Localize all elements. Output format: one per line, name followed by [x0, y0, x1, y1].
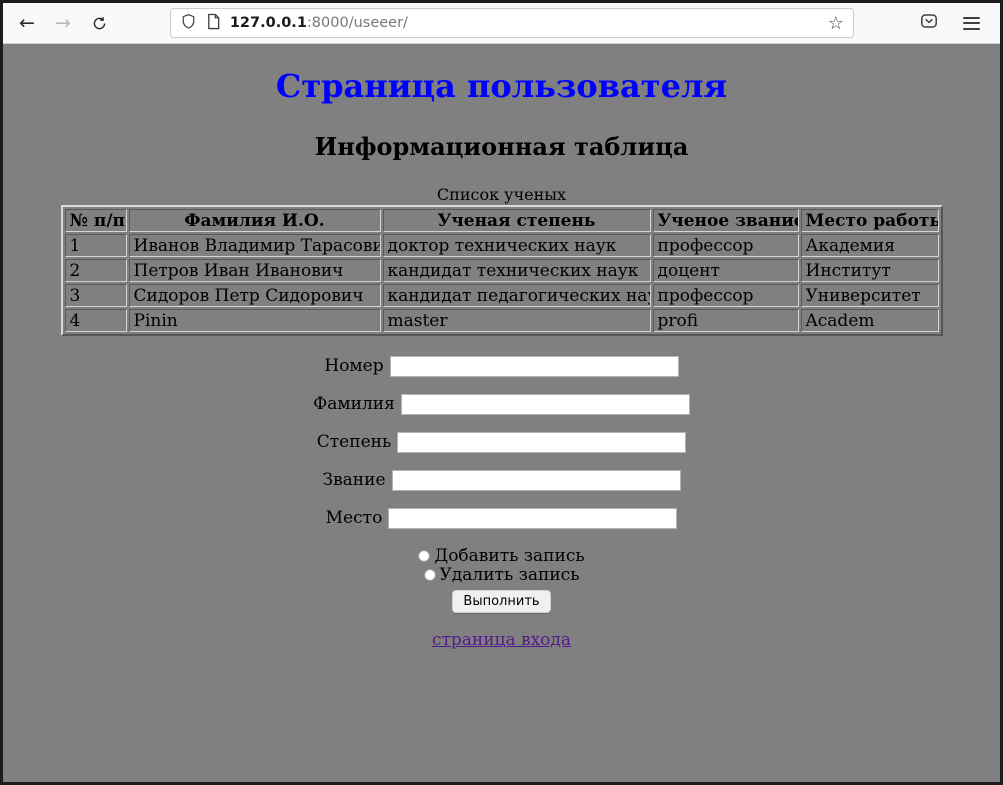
browser-toolbar: ← → 127.0.0.1:8000/useeer/ ☆	[3, 3, 1000, 44]
cell-rank: доцент	[653, 259, 799, 282]
table-row: 3 Сидоров Петр Сидорович кандидат педаго…	[65, 284, 939, 307]
bookmark-star-icon[interactable]: ☆	[828, 13, 844, 34]
radio-delete-icon[interactable]	[424, 569, 436, 581]
browser-window: { "browser": { "url": { "host": "127.0.0…	[0, 0, 1003, 785]
degree-input[interactable]	[397, 432, 686, 453]
rank-input[interactable]	[392, 470, 681, 491]
surname-input[interactable]	[401, 394, 690, 415]
cell-workplace: Институт	[801, 259, 939, 282]
radio-add-icon[interactable]	[418, 550, 430, 562]
col-header-surname: Фамилия И.О.	[129, 209, 381, 232]
table-row: 1 Иванов Владимир Тарасович доктор техни…	[65, 234, 939, 257]
cell-number: 3	[65, 284, 127, 307]
cell-surname: Pinin	[129, 309, 381, 332]
cell-surname: Иванов Владимир Тарасович	[129, 234, 381, 257]
url-text[interactable]: 127.0.0.1:8000/useeer/	[230, 15, 408, 31]
page-info-icon[interactable]	[206, 13, 221, 34]
number-input[interactable]	[390, 356, 679, 377]
radio-add-record[interactable]: Добавить запись	[3, 547, 1000, 566]
form-row-degree: Степень	[3, 432, 1000, 453]
form-row-workplace: Место	[3, 508, 1000, 529]
cell-degree: master	[383, 309, 651, 332]
action-radio-group: Добавить запись Удалить запись	[3, 547, 1000, 585]
cell-workplace: Университет	[801, 284, 939, 307]
page-title: Страница пользователя	[3, 67, 1000, 105]
cell-number: 4	[65, 309, 127, 332]
workplace-input[interactable]	[388, 508, 677, 529]
cell-degree: кандидат технических наук	[383, 259, 651, 282]
page-subtitle: Информационная таблица	[3, 132, 1000, 161]
url-host: 127.0.0.1	[230, 15, 307, 31]
table-header-row: № п/п Фамилия И.О. Ученая степень Ученое…	[65, 209, 939, 232]
pocket-icon[interactable]	[919, 11, 939, 35]
toolbar-right	[919, 11, 990, 35]
url-path: :8000/useeer/	[307, 15, 408, 31]
cell-rank: profi	[653, 309, 799, 332]
form-row-surname: Фамилия	[3, 394, 1000, 415]
menu-icon[interactable]	[963, 13, 980, 33]
cell-number: 1	[65, 234, 127, 257]
button-row: Выполнить	[3, 590, 1000, 613]
cell-degree: доктор технических наук	[383, 234, 651, 257]
page-body: Страница пользователя Информационная таб…	[3, 44, 1000, 650]
table-row: 2 Петров Иван Иванович кандидат техничес…	[65, 259, 939, 282]
back-icon[interactable]: ←	[19, 14, 35, 33]
footer-link-row: страница входа	[3, 630, 1000, 650]
cell-surname: Петров Иван Иванович	[129, 259, 381, 282]
col-header-rank: Ученое звание	[653, 209, 799, 232]
scientists-table: № п/п Фамилия И.О. Ученая степень Ученое…	[61, 205, 943, 336]
workplace-label: Место	[326, 508, 383, 528]
radio-delete-label[interactable]: Удалить запись	[440, 565, 580, 585]
col-header-workplace: Место работы	[801, 209, 939, 232]
col-header-degree: Ученая степень	[383, 209, 651, 232]
forward-icon: →	[55, 14, 71, 33]
col-header-number: № п/п	[65, 209, 127, 232]
nav-buttons: ← →	[19, 14, 108, 33]
cell-degree: кандидат педагогических наук	[383, 284, 651, 307]
table-row: 4 Pinin master profi Academ	[65, 309, 939, 332]
form-row-rank: Звание	[3, 470, 1000, 491]
record-form: Номер Фамилия Степень Звание Место Добав…	[3, 356, 1000, 613]
cell-rank: профессор	[653, 284, 799, 307]
url-bar[interactable]: 127.0.0.1:8000/useeer/ ☆	[170, 8, 854, 38]
radio-delete-record[interactable]: Удалить запись	[3, 566, 1000, 585]
table-caption: Список ученых	[3, 185, 1000, 204]
cell-workplace: Академия	[801, 234, 939, 257]
degree-label: Степень	[317, 432, 391, 452]
execute-button[interactable]: Выполнить	[452, 590, 550, 613]
cell-rank: профессор	[653, 234, 799, 257]
cell-workplace: Academ	[801, 309, 939, 332]
login-page-link[interactable]: страница входа	[432, 630, 571, 650]
cell-number: 2	[65, 259, 127, 282]
rank-label: Звание	[322, 470, 385, 490]
radio-add-label[interactable]: Добавить запись	[434, 546, 584, 566]
form-row-number: Номер	[3, 356, 1000, 377]
shield-icon[interactable]	[180, 13, 197, 34]
reload-icon[interactable]	[91, 15, 108, 32]
surname-label: Фамилия	[313, 394, 395, 414]
number-label: Номер	[324, 356, 383, 376]
cell-surname: Сидоров Петр Сидорович	[129, 284, 381, 307]
